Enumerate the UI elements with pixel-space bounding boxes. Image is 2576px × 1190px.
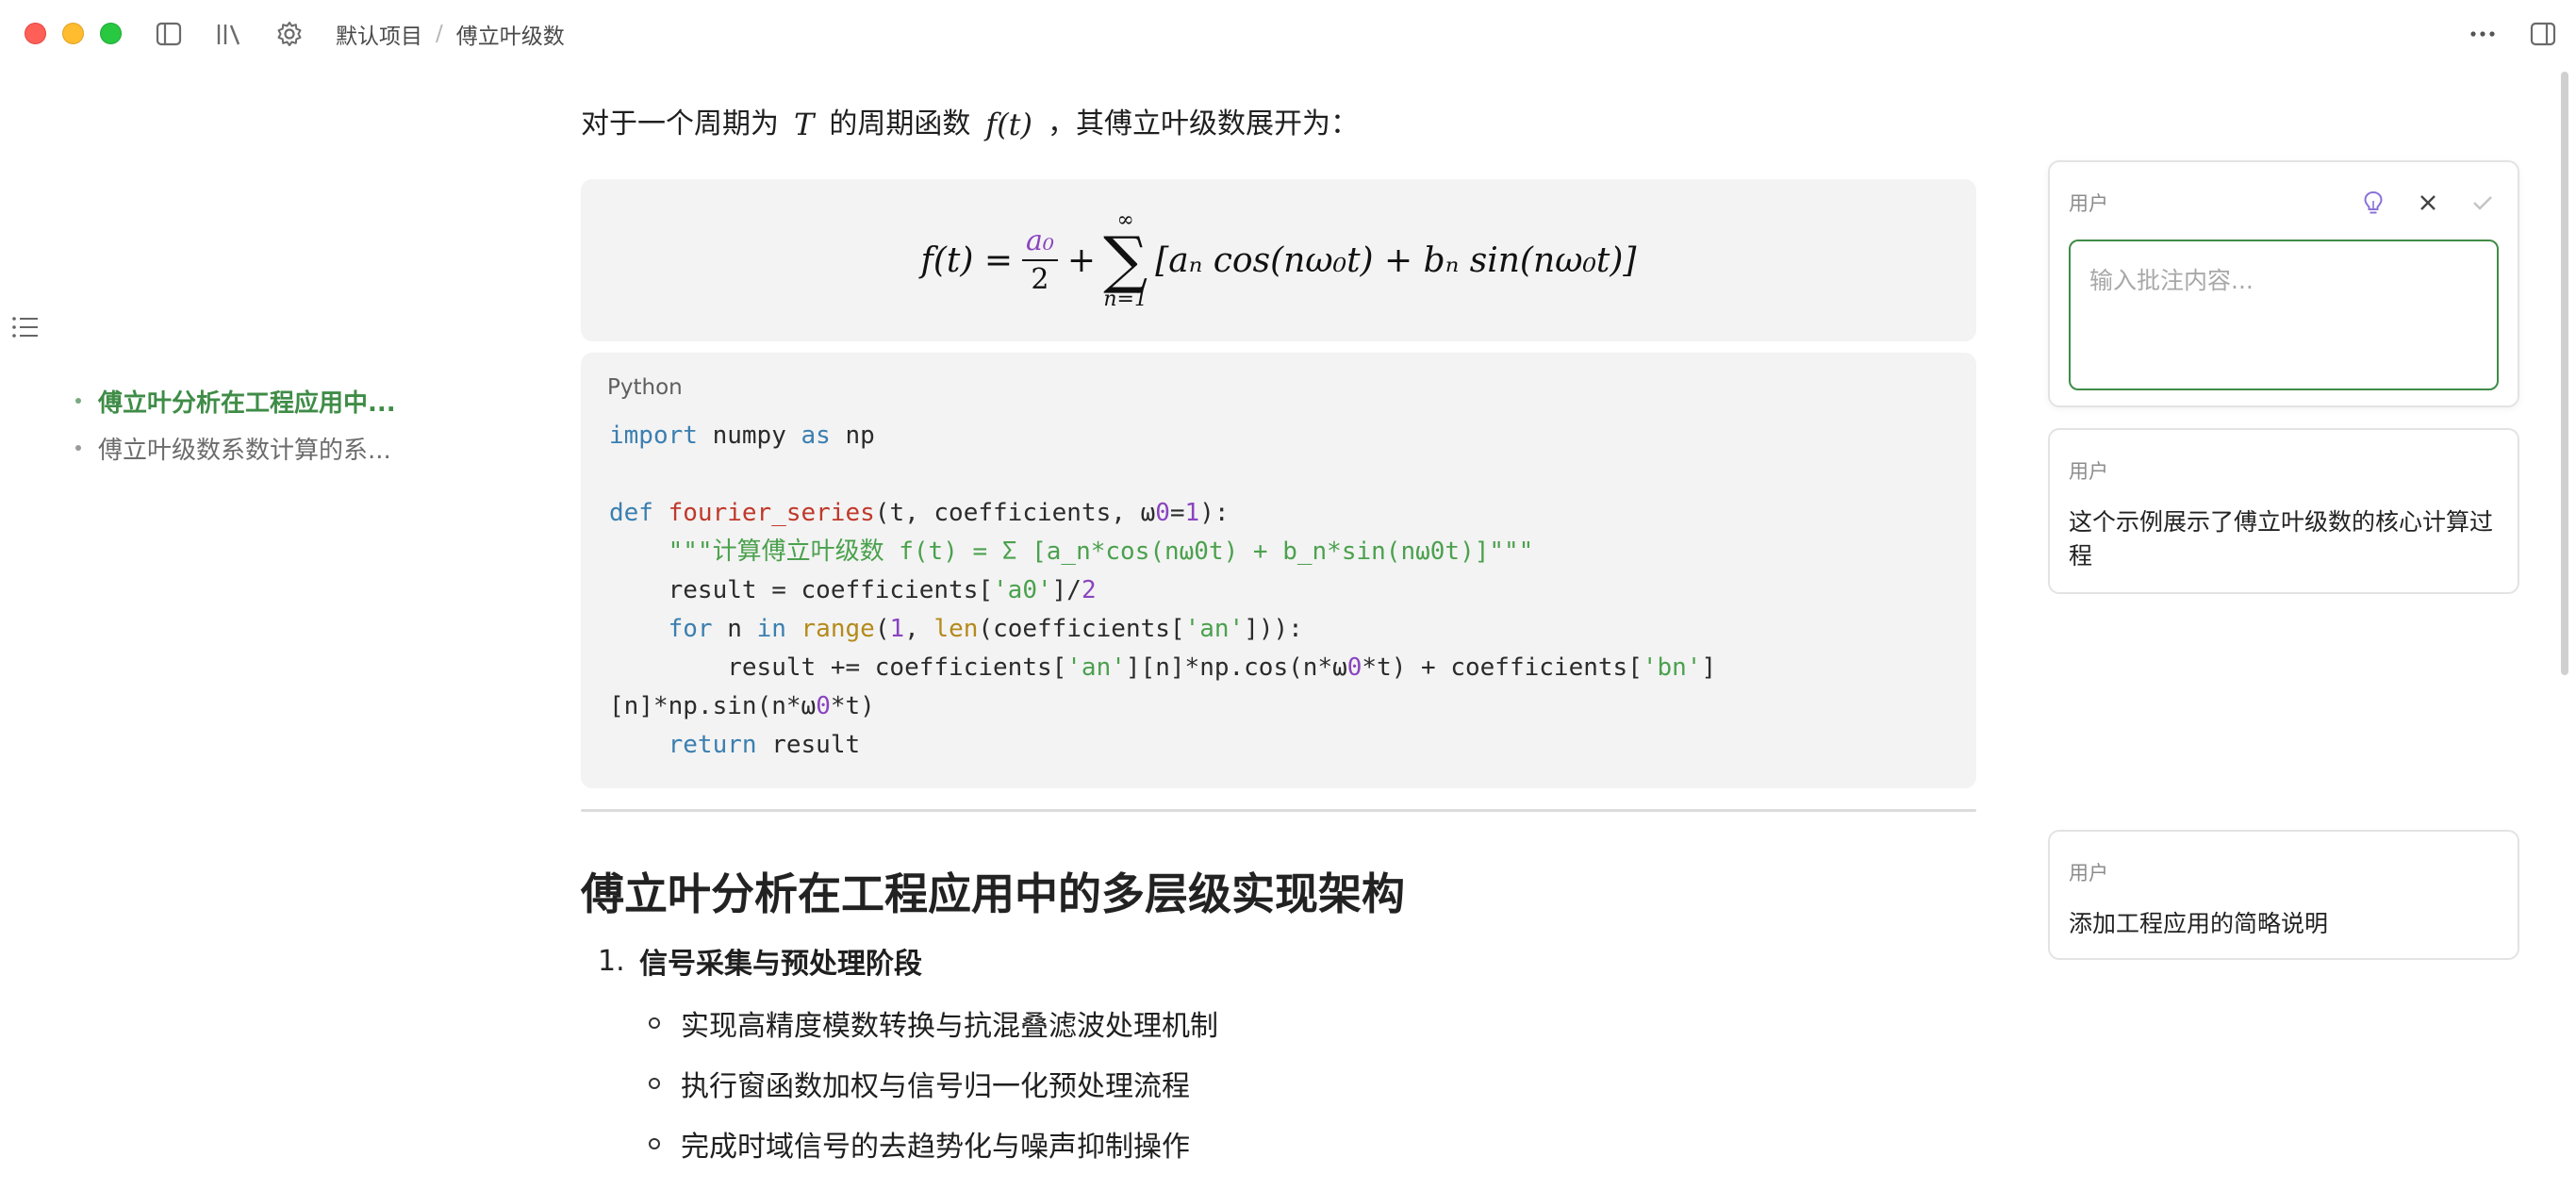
fraction-denominator: 2 (1031, 263, 1049, 296)
code-line: result += coefficients['an'][n]*np.cos(n… (727, 653, 1717, 682)
sum-symbol: ∑ (1103, 223, 1148, 296)
code-line: import numpy as np (609, 421, 875, 450)
list-item: 完成时域信号的去趋势化与噪声抑制操作 (649, 1114, 1976, 1174)
code-line: return result (668, 731, 861, 759)
outline-list-icon[interactable] (9, 311, 41, 343)
intro-suffix: ，其傅立叶级数展开为： (1048, 107, 1360, 140)
code-content[interactable]: import numpy as np def fourier_series(t,… (609, 417, 1948, 765)
sum-lower-limit: n=1 (1103, 288, 1148, 312)
outline-panel: 傅立叶分析在工程应用中... 傅立叶级数系数计算的系... (75, 377, 434, 471)
list-item: 实现高精度模数转换与抗混叠滤波处理机制 (649, 993, 1976, 1053)
list-item-text: 执行窗函数加权与信号归一化预处理流程 (681, 1070, 1190, 1103)
window-minimize-button[interactable] (62, 23, 84, 44)
comment-author: 用户 (2069, 460, 2108, 483)
comment-author: 用户 (2069, 192, 2108, 215)
code-line: def fourier_series(t, coefficients, ω0=1… (609, 499, 1230, 527)
comment-card[interactable]: 用户 这个示例展示了傅立叶级数的核心计算过程 (2048, 428, 2519, 594)
inline-math-f: f(t) (985, 107, 1033, 142)
code-line: [n]*np.sin(n*ω0*t) (609, 692, 875, 720)
lightbulb-icon[interactable] (2357, 187, 2389, 219)
title-bar: 默认项目 / 傅立叶级数 (0, 0, 2576, 68)
comment-text: 这个示例展示了傅立叶级数的核心计算过程 (2069, 508, 2494, 570)
comment-text: 添加工程应用的简略说明 (2069, 910, 2329, 937)
breadcrumb: 默认项目 / 傅立叶级数 (336, 19, 565, 49)
outline-item[interactable]: 傅立叶级数系数计算的系... (75, 424, 434, 471)
library-icon[interactable] (213, 18, 245, 50)
intro-paragraph: 对于一个周期为 T 的周期函数 f(t) ，其傅立叶级数展开为： (581, 91, 1976, 158)
summation: ∞ ∑ n=1 (1103, 209, 1148, 312)
window-maximize-button[interactable] (100, 23, 122, 44)
formula-plus: + (1066, 240, 1097, 280)
intro-middle: 的周期函数 (829, 107, 971, 140)
formula-fraction: a₀ 2 (1022, 224, 1058, 296)
comment-actions (2357, 187, 2499, 219)
hollow-bullet (649, 1078, 660, 1089)
inline-math-T: T (794, 107, 815, 142)
section-heading: 傅立叶分析在工程应用中的多层级实现架构 (581, 868, 1405, 919)
comment-input[interactable] (2069, 240, 2499, 390)
window-close-button[interactable] (25, 23, 46, 44)
code-language-label[interactable]: Python (607, 375, 1948, 400)
intro-prefix: 对于一个周期为 (581, 107, 779, 140)
code-line: result = coefficients['a0']/2 (668, 576, 1097, 604)
fraction-numerator: a₀ (1022, 224, 1058, 261)
code-line: for n in range(1, len(coefficients['an']… (668, 615, 1303, 643)
fourier-formula: f(t) = a₀ 2 + ∞ ∑ n=1 [aₙ cos(nω₀t) + bₙ… (920, 209, 1637, 312)
bullet-dot (75, 398, 81, 404)
close-icon[interactable] (2412, 187, 2444, 219)
divider (581, 809, 1976, 812)
comment-editor-card: 用户 (2048, 160, 2519, 407)
more-dots-icon[interactable] (2467, 18, 2499, 50)
ordered-list-item: 1. 信号采集与预处理阶段 (581, 940, 1976, 982)
comment-card[interactable]: 用户 添加工程应用的简略说明 (2048, 830, 2519, 960)
bullet-dot (75, 445, 81, 451)
list-number: 1. (598, 944, 625, 978)
outline-item-label: 傅立叶级数系数计算的系... (98, 436, 391, 465)
settings-gear-icon[interactable] (273, 18, 305, 50)
right-panel-icon[interactable] (2527, 18, 2559, 50)
list-item-title: 信号采集与预处理阶段 (639, 948, 922, 981)
document-body[interactable]: 对于一个周期为 T 的周期函数 f(t) ，其傅立叶级数展开为： f(t) = … (581, 91, 1976, 1174)
breadcrumb-separator: / (436, 22, 443, 46)
math-block[interactable]: f(t) = a₀ 2 + ∞ ∑ n=1 [aₙ cos(nω₀t) + bₙ… (581, 179, 1976, 341)
vertical-scrollbar[interactable] (2561, 72, 2568, 675)
list-item: 执行窗函数加权与信号归一化预处理流程 (649, 1053, 1976, 1114)
list-item-text: 实现高精度模数转换与抗混叠滤波处理机制 (681, 1010, 1218, 1043)
outline-item-label: 傅立叶分析在工程应用中... (98, 388, 396, 418)
sub-list: 实现高精度模数转换与抗混叠滤波处理机制 执行窗函数加权与信号归一化预处理流程 完… (649, 993, 1976, 1174)
comment-author: 用户 (2069, 862, 2108, 884)
outline-item[interactable]: 傅立叶分析在工程应用中... (75, 377, 434, 424)
code-block[interactable]: Python import numpy as np def fourier_se… (581, 353, 1976, 788)
code-line: """计算傅立叶级数 f(t) = Σ [a_n*cos(nω0t) + b_n… (668, 537, 1534, 566)
formula-lhs: f(t) = (920, 240, 1014, 280)
formula-body: [aₙ cos(nω₀t) + bₙ sin(nω₀t)] (1155, 240, 1637, 280)
hollow-bullet (649, 1138, 660, 1149)
sidebar-toggle-icon[interactable] (153, 18, 185, 50)
breadcrumb-document[interactable]: 傅立叶级数 (456, 18, 565, 50)
check-icon[interactable] (2467, 187, 2499, 219)
breadcrumb-project[interactable]: 默认项目 (336, 18, 422, 50)
list-item-text: 完成时域信号的去趋势化与噪声抑制操作 (681, 1131, 1190, 1164)
hollow-bullet (649, 1017, 660, 1029)
